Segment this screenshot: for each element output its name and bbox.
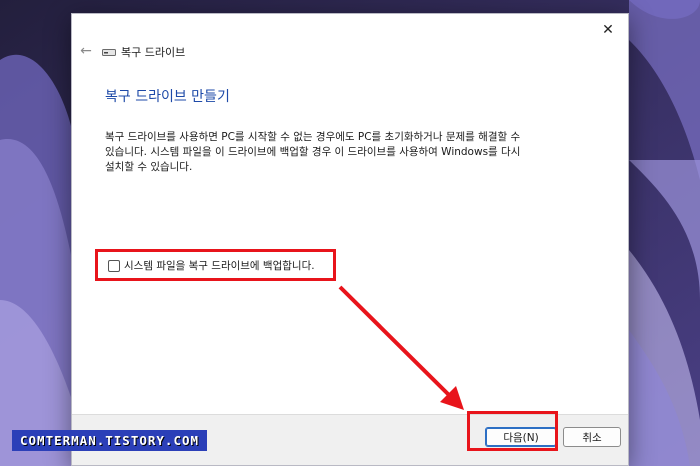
back-arrow-icon[interactable]: ← <box>78 43 94 59</box>
checkbox-label: 시스템 파일을 복구 드라이브에 백업합니다. <box>124 260 315 272</box>
checkbox-box[interactable] <box>108 259 120 272</box>
next-button[interactable]: 다음(N) <box>485 427 557 447</box>
site-watermark: COMTERMAN.TISTORY.COM <box>12 430 208 451</box>
backup-system-files-checkbox[interactable]: 시스템 파일을 복구 드라이브에 백업합니다. <box>108 258 315 273</box>
page-title: 복구 드라이브 만들기 <box>105 89 230 105</box>
recovery-drive-dialog: ✕ ← 복구 드라이브 복구 드라이브 만들기 복구 드라이브를 사용하면 PC… <box>71 13 629 466</box>
drive-icon <box>102 49 116 56</box>
nav-bar: ← 복구 드라이브 <box>72 40 628 66</box>
cancel-button[interactable]: 취소 <box>563 427 621 447</box>
description-text: 복구 드라이브를 사용하면 PC를 시작할 수 없는 경우에도 PC를 초기화하… <box>105 131 521 173</box>
nav-title: 복구 드라이브 <box>121 46 186 59</box>
